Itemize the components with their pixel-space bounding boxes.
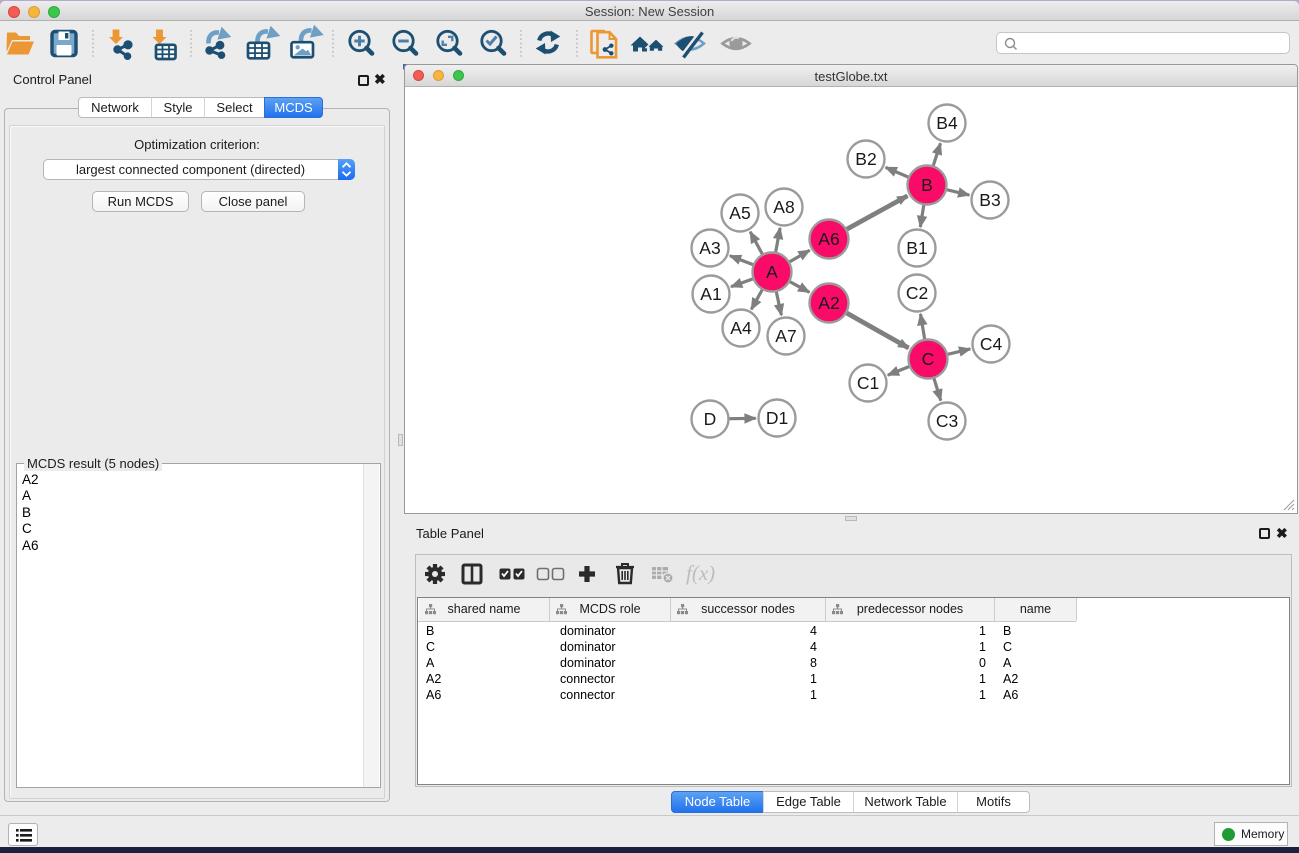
svg-text:C3: C3 [936, 411, 958, 431]
svg-text:C4: C4 [980, 334, 1003, 354]
svg-text:B3: B3 [979, 190, 1000, 210]
svg-text:A8: A8 [773, 197, 794, 217]
svg-text:A7: A7 [775, 326, 796, 346]
svg-text:B4: B4 [936, 113, 958, 133]
svg-text:A2: A2 [818, 293, 839, 313]
svg-text:B: B [921, 175, 933, 195]
svg-text:C: C [922, 349, 935, 369]
svg-text:B2: B2 [855, 149, 876, 169]
svg-text:C1: C1 [857, 373, 879, 393]
svg-text:B1: B1 [906, 238, 927, 258]
svg-text:A6: A6 [818, 229, 839, 249]
svg-text:D1: D1 [766, 408, 788, 428]
svg-text:A: A [766, 262, 778, 282]
svg-text:C2: C2 [906, 283, 928, 303]
